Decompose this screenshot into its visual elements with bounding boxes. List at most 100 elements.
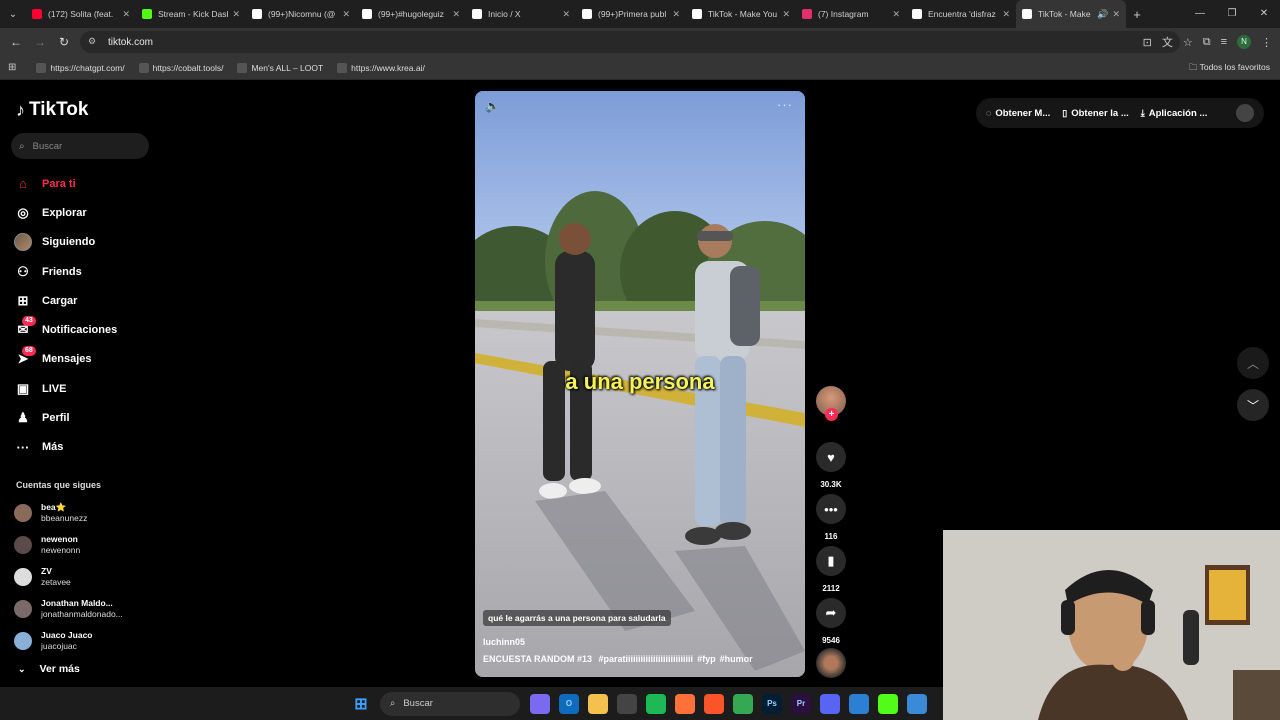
chrome-icon[interactable] <box>733 693 753 714</box>
browser-tab[interactable]: Encuentra 'disfraz ✕ <box>906 0 1016 28</box>
close-tab-icon[interactable]: ✕ <box>672 9 680 20</box>
outlook-icon[interactable]: O <box>559 693 579 714</box>
spotify-icon[interactable] <box>646 693 666 714</box>
brave-icon[interactable] <box>704 693 724 714</box>
close-tab-icon[interactable]: ✕ <box>892 9 900 20</box>
followed-account[interactable]: bea⭐ bbeanunezz <box>14 497 154 529</box>
close-tab-icon[interactable]: ✕ <box>342 9 350 20</box>
new-tab-button[interactable]: + <box>1126 7 1148 22</box>
see-more-button[interactable]: ⌄ Ver más <box>18 663 80 675</box>
browser-tab[interactable]: (99+)Primera publ ✕ <box>576 0 686 28</box>
tiktok-logo[interactable]: ♪ TikTok <box>16 99 88 121</box>
hashtag-link[interactable]: #fyp <box>697 654 716 664</box>
all-bookmarks-button[interactable]: 🗀 Todos los favoritos <box>1189 62 1270 76</box>
close-window-button[interactable]: ✕ <box>1248 0 1280 28</box>
firefox-icon[interactable] <box>675 693 695 714</box>
author-avatar[interactable]: + <box>816 386 846 421</box>
followed-account[interactable]: newenon newenonn <box>14 529 154 561</box>
close-tab-icon[interactable]: ✕ <box>562 9 570 20</box>
hashtag-link[interactable]: #humor <box>720 654 753 664</box>
sidebar-item-siguiendo[interactable]: Siguiendo <box>14 228 154 257</box>
comment-button[interactable]: ••• <box>816 494 846 524</box>
user-avatar[interactable] <box>1236 104 1254 122</box>
sidebar-item-notificaciones[interactable]: ✉ 43 Notificaciones <box>14 315 154 344</box>
sidebar-item-explorar[interactable]: ◎ Explorar <box>14 198 154 227</box>
browser-tab[interactable]: (99+)#hugoleguiz ✕ <box>356 0 466 28</box>
copilot-icon[interactable] <box>530 693 550 714</box>
save-button[interactable]: ▮ <box>816 546 846 576</box>
apps-grid-icon[interactable]: ⊞ <box>8 62 16 73</box>
volume-icon[interactable]: 🔈 <box>485 99 500 113</box>
followed-account[interactable]: Juaco Juaco juacojuac <box>14 625 154 657</box>
close-tab-icon[interactable]: ✕ <box>1112 9 1120 20</box>
top-action-button[interactable]: ◌ Obtener M... <box>986 108 1050 119</box>
browser-tab[interactable]: TikTok - Make You ✕ <box>686 0 796 28</box>
back-button[interactable]: ← <box>4 35 28 49</box>
photos-icon[interactable] <box>907 693 927 714</box>
url-bar[interactable]: ⚙ tiktok.com <box>80 31 1180 53</box>
windows-start-icon[interactable]: ⊞ <box>351 694 371 714</box>
folder-icon[interactable] <box>588 693 608 714</box>
followed-account[interactable]: ZV zetavee <box>14 561 154 593</box>
translate-icon[interactable]: 文 <box>1162 34 1173 50</box>
next-video-button[interactable]: ﹀ <box>1237 389 1269 421</box>
site-info-icon[interactable]: ⚙ <box>88 36 100 48</box>
tab-audio-icon[interactable]: 🔊 <box>1097 9 1108 20</box>
search-icon: ⌕ <box>390 698 396 709</box>
followed-account[interactable]: Jonathan Maldo... jonathanmaldonado... <box>14 593 154 625</box>
video-more-options-icon[interactable]: ··· <box>777 97 793 112</box>
openai-icon <box>36 62 47 73</box>
browser-tab[interactable]: (99+)Nicomnu (@ ✕ <box>246 0 356 28</box>
sidebar-item-para-ti[interactable]: ⌂ Para ti <box>14 169 154 198</box>
store-icon[interactable] <box>849 693 869 714</box>
top-action-button[interactable]: ⤓ Aplicación ... <box>1141 108 1208 119</box>
photoshop-icon[interactable]: Ps <box>762 693 782 714</box>
bookmark-item[interactable]: https://cobalt.tools/ <box>138 62 223 73</box>
minimize-button[interactable]: — <box>1184 0 1216 28</box>
premiere-icon[interactable]: Pr <box>791 693 811 714</box>
bookmark-item[interactable]: https://chatgpt.com/ <box>36 62 125 73</box>
top-action-button[interactable]: ▯ Obtener la ... <box>1062 108 1129 119</box>
tab-search-button[interactable]: ⌄ <box>0 0 26 28</box>
like-button[interactable]: ♥ <box>816 442 846 472</box>
extensions-icon[interactable]: ⧉ <box>1203 36 1211 49</box>
music-disc-icon[interactable] <box>816 648 846 678</box>
profile-avatar[interactable]: N <box>1237 35 1251 49</box>
share-button[interactable]: ➦ <box>816 598 846 628</box>
search-input[interactable]: ⌕ Buscar <box>11 133 149 159</box>
forward-button[interactable]: → <box>28 35 52 49</box>
sidebar-item-mensajes[interactable]: ➤ 68 Mensajes <box>14 345 154 374</box>
media-control-icon[interactable]: ≡ <box>1221 36 1227 48</box>
browser-tab[interactable]: Inicio / X ✕ <box>466 0 576 28</box>
bookmark-item[interactable]: https://www.krea.ai/ <box>337 62 425 73</box>
bookmark-item[interactable]: Men's ALL – LOOT <box>237 62 323 73</box>
sidebar-item-cargar[interactable]: ⊞ Cargar <box>14 286 154 315</box>
close-tab-icon[interactable]: ✕ <box>122 9 130 20</box>
follow-plus-icon[interactable]: + <box>825 408 838 421</box>
discord-icon[interactable] <box>820 693 840 714</box>
bookmark-star-icon[interactable]: ☆ <box>1183 36 1193 49</box>
sidebar-item-live[interactable]: ▣ LIVE <box>14 374 154 403</box>
taskbar-search[interactable]: ⌕ Buscar <box>380 691 520 716</box>
previous-video-button[interactable]: ︿ <box>1237 347 1269 379</box>
chatgpt-icon[interactable] <box>617 693 637 714</box>
restore-button[interactable]: ❐ <box>1216 0 1248 28</box>
browser-tab[interactable]: (7) Instagram ✕ <box>796 0 906 28</box>
video-author[interactable]: luchinn05 <box>483 637 525 647</box>
close-tab-icon[interactable]: ✕ <box>452 9 460 20</box>
video-player[interactable]: 🔈 ··· a una persona qué le agarrás a una… <box>475 91 805 677</box>
close-tab-icon[interactable]: ✕ <box>782 9 790 20</box>
reload-button[interactable]: ↻ <box>52 35 76 49</box>
hashtag-link[interactable]: #paratiiiiiiiiiiiiiiiiiiiiiiiiiii <box>599 654 694 664</box>
sidebar-item-friends[interactable]: ⚇ Friends <box>14 257 154 286</box>
browser-tab[interactable]: Stream - Kick Dash ✕ <box>136 0 246 28</box>
sidebar-item-más[interactable]: ··· Más <box>14 433 154 462</box>
close-tab-icon[interactable]: ✕ <box>1002 9 1010 20</box>
browser-tab[interactable]: TikTok - Make 🔊 ✕ <box>1016 0 1126 28</box>
close-tab-icon[interactable]: ✕ <box>232 9 240 20</box>
browser-tab[interactable]: (172) Solita (feat. ✕ <box>26 0 136 28</box>
sidebar-item-perfil[interactable]: ♟ Perfil <box>14 403 154 432</box>
kick-app-icon[interactable] <box>878 693 898 714</box>
install-app-icon[interactable]: ⊡ <box>1143 36 1152 49</box>
browser-menu-icon[interactable]: ⋮ <box>1261 36 1272 49</box>
